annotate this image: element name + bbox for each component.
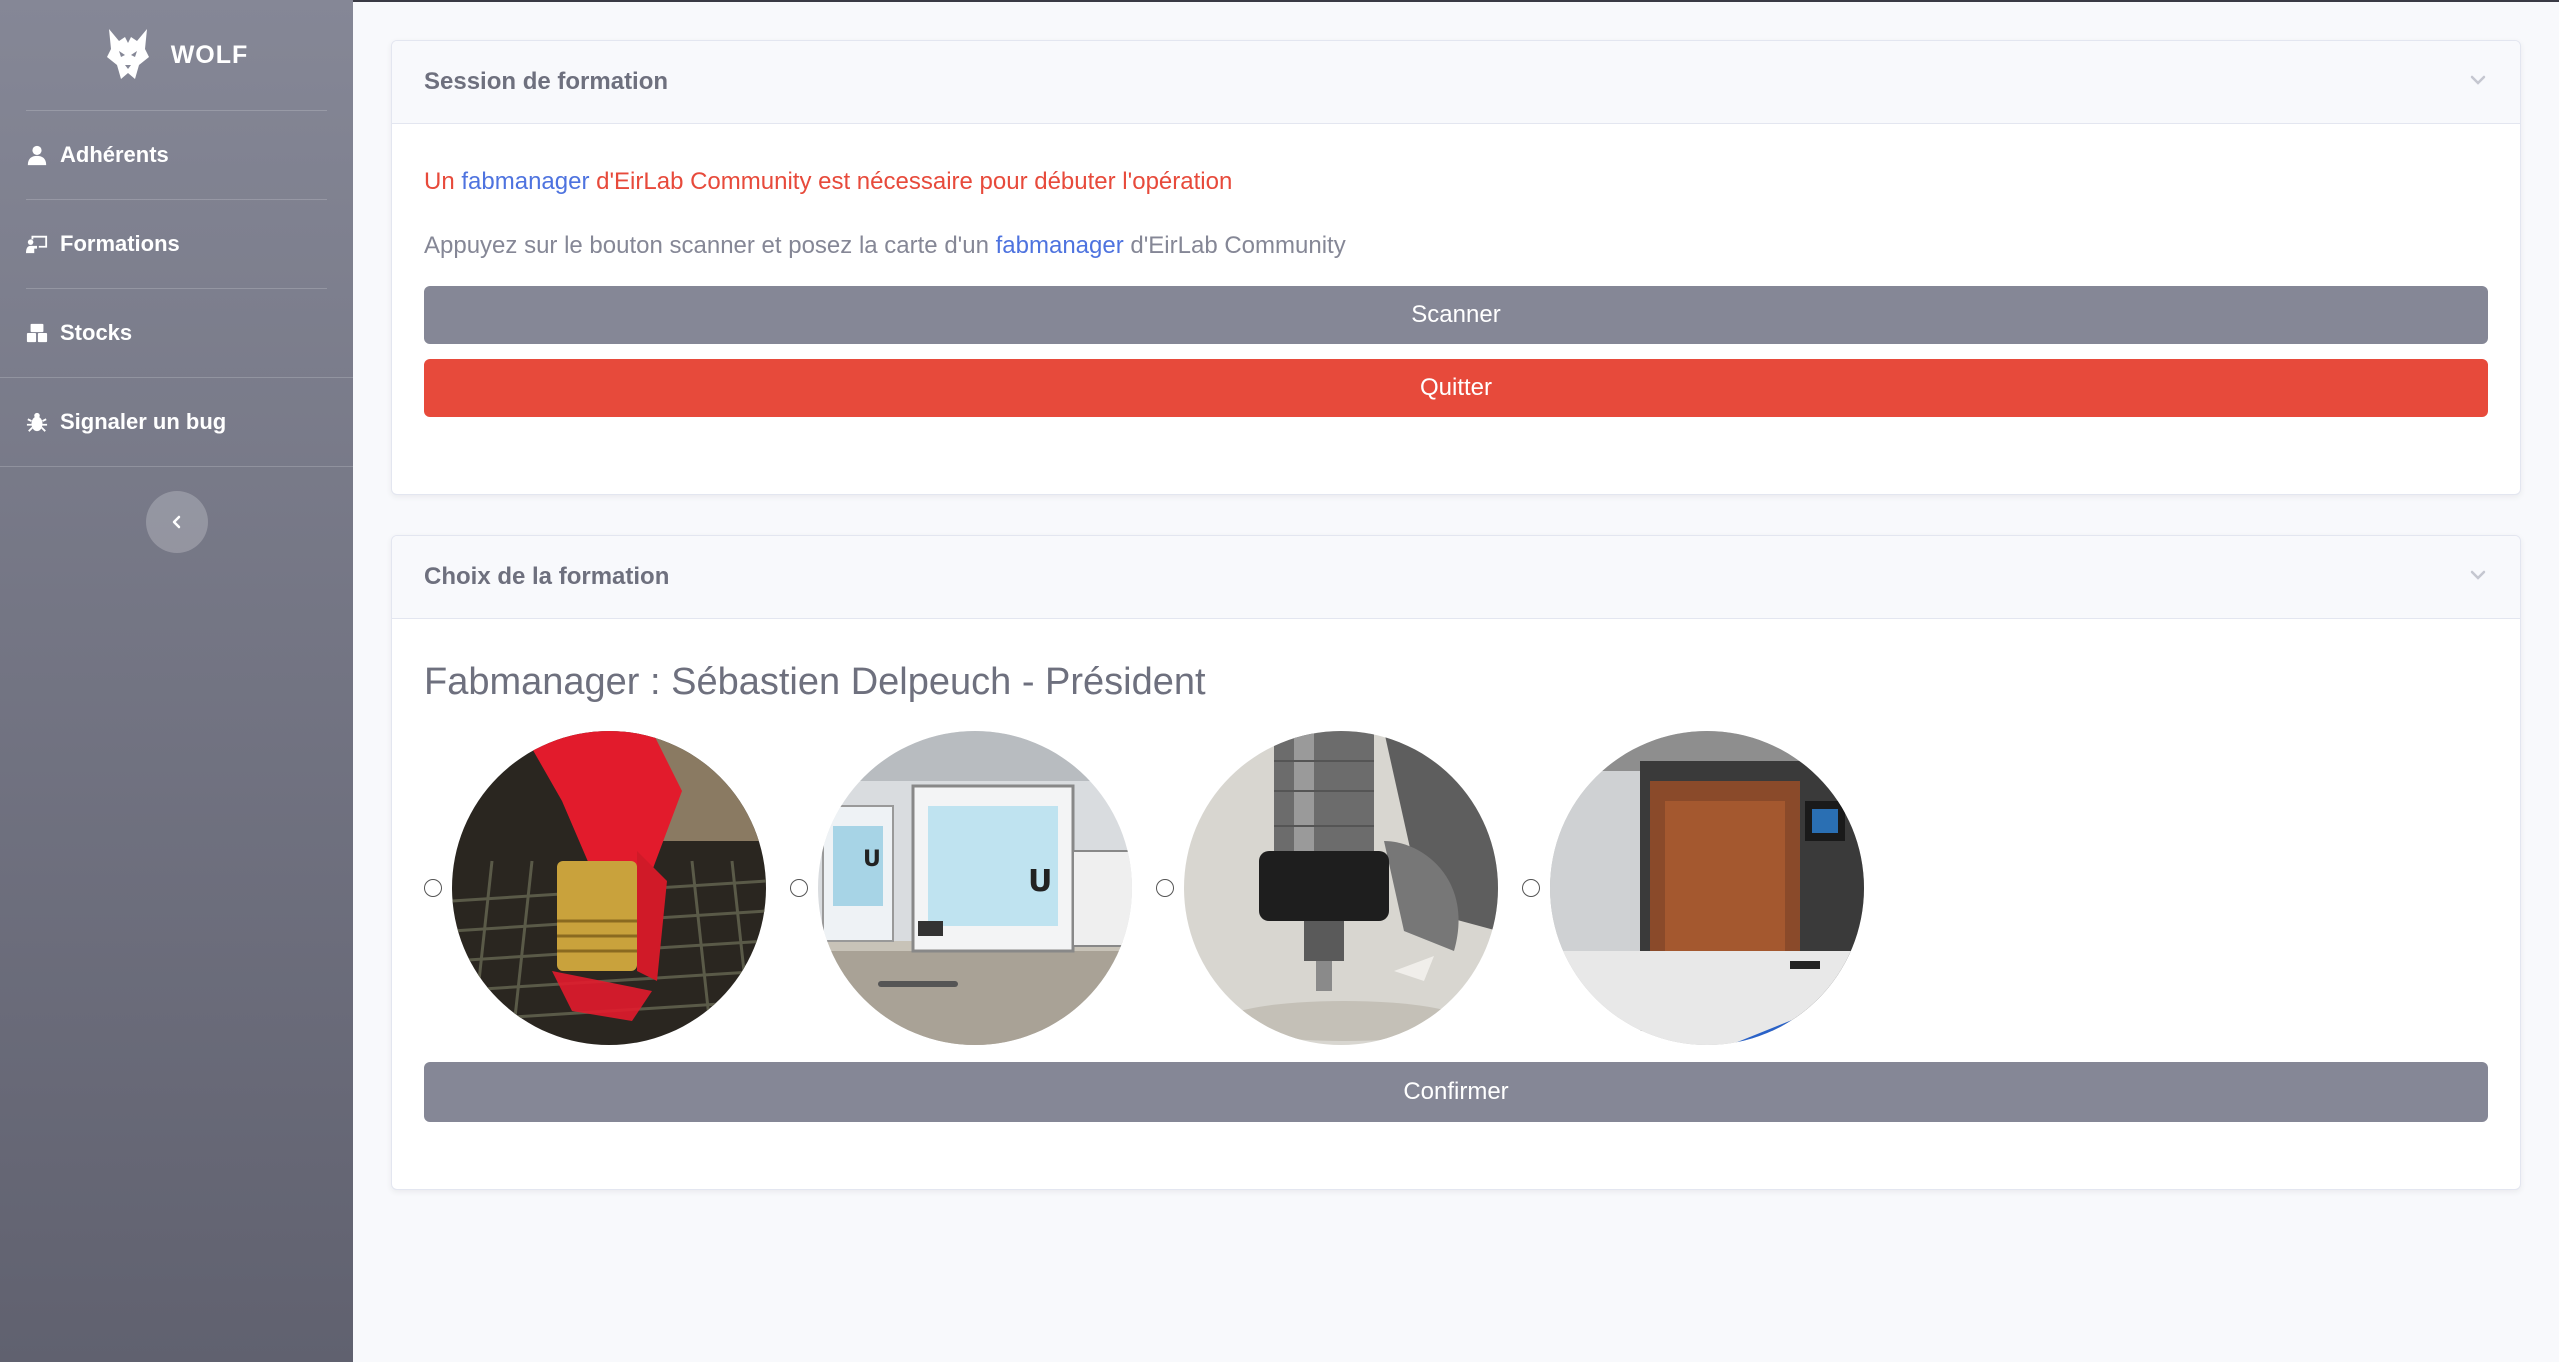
chevron-down-icon[interactable] (2468, 568, 2488, 587)
quit-button[interactable]: Quitter (424, 359, 2488, 417)
training-choice-card-title: Choix de la formation (424, 563, 670, 590)
info-text: Appuyez sur le bouton scanner et posez l… (424, 232, 996, 259)
brand-name: WOLF (170, 40, 249, 69)
svg-text:U: U (1028, 864, 1052, 899)
training-choice-card-body: Fabmanager : Sébastien Delpeuch - Présid… (392, 661, 2520, 1122)
user-icon (27, 145, 47, 166)
session-card-header[interactable]: Session de formation (392, 41, 2520, 124)
boxes-icon (26, 323, 48, 343)
info-text: d'EirLab Community (1123, 232, 1346, 259)
sidebar-item-label: Signaler un bug (60, 409, 227, 434)
sidebar-item-label: Stocks (60, 320, 133, 345)
chalkboard-teacher-icon (26, 235, 48, 254)
sidebar-item-adherents[interactable]: Adhérents (0, 111, 353, 199)
training-option[interactable] (424, 730, 790, 1046)
training-radio[interactable] (1156, 879, 1174, 897)
training-radio[interactable] (1522, 879, 1540, 897)
wolf-logo-icon (106, 29, 149, 79)
training-option[interactable] (1156, 730, 1522, 1046)
sidebar: WOLF Adhérents Formations Stocks Signale… (0, 0, 353, 1362)
fabmanager-name: Fabmanager : Sébastien Delpeuch - Présid… (424, 661, 1206, 703)
resin-printer-photo[interactable] (1550, 731, 1864, 1045)
fabmanager-link[interactable]: fabmanager (461, 168, 589, 195)
training-choice-card: Choix de la formation Fabmanager : Sébas… (391, 535, 2521, 1190)
app-root: WOLF Adhérents Formations Stocks Signale… (0, 0, 2559, 1362)
bug-icon (26, 412, 48, 432)
sidebar-brand[interactable]: WOLF (0, 0, 353, 110)
svg-text:U: U (863, 847, 881, 872)
training-option[interactable] (1522, 730, 1888, 1046)
session-card: Session de formation Un fabmanager d'Eir… (391, 40, 2521, 495)
3d-printer-photo[interactable]: U U (818, 731, 1132, 1045)
chevron-left-icon (172, 515, 180, 529)
sidebar-item-label: Formations (60, 231, 180, 256)
session-card-title: Session de formation (424, 68, 669, 95)
topbar-line (353, 0, 2559, 2)
laser-cutter-photo[interactable] (452, 731, 766, 1045)
error-text: Un (424, 168, 462, 195)
confirm-button[interactable]: Confirmer (424, 1062, 2488, 1122)
sidebar-toggle-wrap (0, 467, 353, 553)
fabmanager-required-message: Un fabmanager d'EirLab Community est néc… (424, 168, 2488, 196)
training-choice-card-header[interactable]: Choix de la formation (392, 536, 2520, 619)
sidebar-toggle-button[interactable] (145, 491, 208, 553)
chevron-down-icon[interactable] (2468, 73, 2488, 92)
training-radio[interactable] (424, 879, 442, 897)
sidebar-item-bug-report[interactable]: Signaler un bug (0, 378, 353, 466)
sidebar-item-formations[interactable]: Formations (0, 200, 353, 288)
milling-machine-photo[interactable] (1184, 731, 1498, 1045)
training-option[interactable]: U U (790, 730, 1156, 1046)
error-text: d'EirLab Community est nécessaire pour d… (589, 168, 1233, 195)
scan-instruction: Appuyez sur le bouton scanner et posez l… (424, 232, 2488, 260)
sidebar-item-stocks[interactable]: Stocks (0, 289, 353, 377)
sidebar-item-label: Adhérents (60, 142, 169, 167)
session-card-body: Un fabmanager d'EirLab Community est néc… (392, 168, 2520, 417)
training-options: U U (424, 730, 2488, 1046)
scan-button[interactable]: Scanner (424, 286, 2488, 344)
training-radio[interactable] (790, 879, 808, 897)
fabmanager-link[interactable]: fabmanager (996, 232, 1124, 259)
